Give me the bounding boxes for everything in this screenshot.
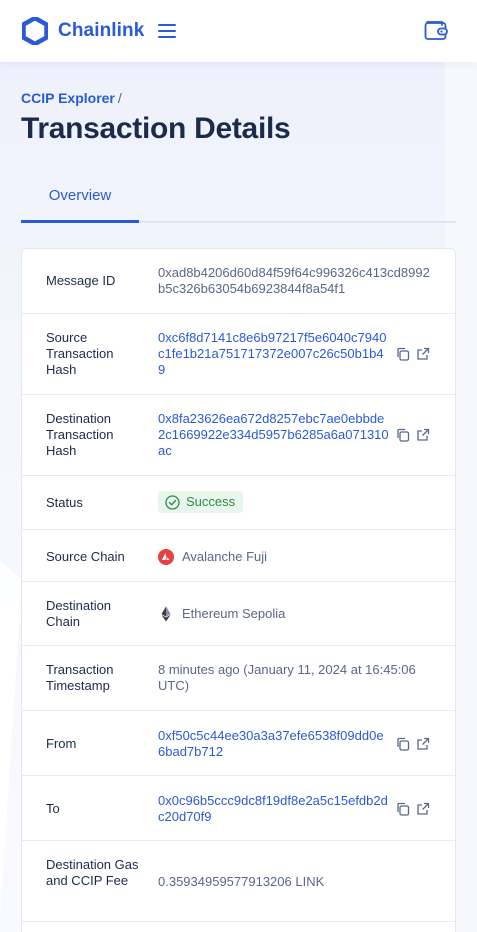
fee-label: Destination Gas and CCIP Fee [46, 857, 139, 888]
from-actions [396, 737, 430, 751]
chainlink-hexagon-icon [22, 17, 48, 45]
status-text: Success [186, 494, 236, 509]
dest-chain-label: Destination Chain [46, 598, 112, 629]
source-chain-value: Avalanche Fuji [158, 549, 267, 565]
message-id-value: 0xad8b4206d60d84f59f64c996326c413cd8992b… [158, 265, 430, 296]
external-link-icon[interactable] [416, 737, 430, 751]
ethereum-icon [161, 606, 171, 622]
source-chain-label: Source Chain [46, 549, 125, 564]
row-fee: Destination Gas and CCIP Fee 0.359349595… [22, 841, 455, 922]
row-dest-chain: Destination Chain Ethereum Sepolia [22, 582, 455, 646]
dest-tx-hash-label: Destination Transaction Hash [46, 411, 114, 458]
copy-icon[interactable] [396, 802, 410, 816]
chainlink-logo[interactable]: Chainlink [22, 17, 144, 45]
breadcrumb-separator: / [117, 90, 122, 106]
dest-tx-hash-link[interactable]: 0x8fa23626ea672d8257ebc7ae0ebbde2c166992… [158, 411, 390, 459]
to-label: To [46, 801, 60, 816]
source-tx-hash-label: Source Transaction Hash [46, 330, 114, 377]
tab-bar: Overview [21, 170, 456, 223]
from-label: From [46, 736, 77, 751]
to-actions [396, 802, 430, 816]
avalanche-icon [158, 549, 174, 565]
page-title: Transaction Details [21, 112, 291, 145]
top-nav: Chainlink [0, 0, 477, 62]
fee-value: 0.35934959577913206 LINK [158, 874, 325, 889]
breadcrumb-ccip-explorer[interactable]: CCIP Explorer [21, 90, 115, 106]
timestamp-value: 8 minutes ago (January 11, 2024 at 16:45… [158, 662, 416, 693]
copy-icon[interactable] [396, 428, 410, 442]
copy-icon[interactable] [396, 347, 410, 361]
row-message-id: Message ID 0xad8b4206d60d84f59f64c996326… [22, 249, 455, 314]
source-tx-hash-link[interactable]: 0xc6f8d7141c8e6b97217f5e6040c7940c1fe1b2… [158, 330, 390, 378]
dest-chain-value: Ethereum Sepolia [158, 606, 285, 622]
check-circle-icon [165, 494, 180, 510]
status-value: Success [158, 491, 244, 514]
transaction-details-card: Message ID 0xad8b4206d60d84f59f64c996326… [21, 248, 456, 932]
row-to: To 0x0c96b5ccc9dc8f19df8e2a5c15efdb2dc20… [22, 776, 455, 841]
external-link-icon[interactable] [416, 802, 430, 816]
to-address-link[interactable]: 0x0c96b5ccc9dc8f19df8e2a5c15efdb2dc20d70… [158, 793, 390, 825]
row-source-tx-hash: Source Transaction Hash 0xc6f8d7141c8e6b… [22, 314, 455, 395]
tab-overview[interactable]: Overview [21, 170, 139, 223]
message-id-label: Message ID [46, 273, 116, 288]
from-address-link[interactable]: 0xf50c5c44ee30a3a37efe6538f09dd0e6bad7b7… [158, 728, 390, 760]
row-source-chain: Source Chain Avalanche Fuji [22, 530, 455, 582]
row-status: Status Success [22, 476, 455, 530]
background-decoration [0, 560, 22, 920]
brand-name: Chainlink [58, 20, 145, 41]
status-label: Status [46, 495, 83, 510]
status-badge: Success [158, 491, 244, 513]
dest-tx-actions [396, 428, 430, 442]
external-link-icon[interactable] [416, 347, 430, 361]
dest-chain-name: Ethereum Sepolia [182, 606, 286, 621]
hamburger-menu-icon[interactable] [158, 24, 177, 38]
source-tx-actions [396, 347, 430, 361]
row-timestamp: Transaction Timestamp 8 minutes ago (Jan… [22, 646, 455, 711]
breadcrumb: CCIP Explorer / [21, 90, 122, 106]
wallet-icon[interactable] [423, 17, 449, 43]
timestamp-label: Transaction Timestamp [46, 662, 114, 693]
external-link-icon[interactable] [416, 428, 430, 442]
copy-icon[interactable] [396, 737, 410, 751]
source-chain-name: Avalanche Fuji [182, 549, 268, 564]
row-dest-tx-hash: Destination Transaction Hash 0x8fa23626e… [22, 395, 455, 476]
row-from: From 0xf50c5c44ee30a3a37efe6538f09dd0e6b… [22, 711, 455, 776]
